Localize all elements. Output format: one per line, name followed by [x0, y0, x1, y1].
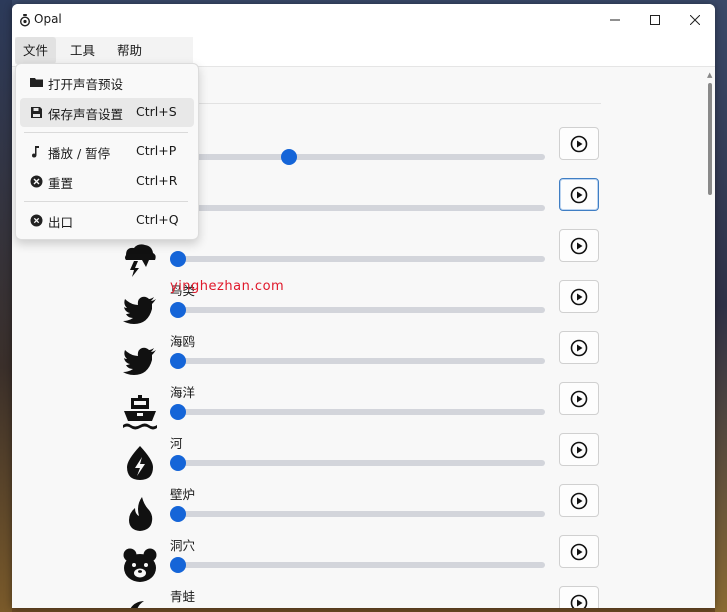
water-drop-icon — [127, 446, 153, 480]
fire-icon — [129, 497, 153, 531]
close-icon — [690, 15, 700, 25]
menu-item-open-preset[interactable]: 打开声音预设 — [20, 68, 194, 97]
volume-slider[interactable] — [170, 404, 545, 420]
menu-item-play-pause[interactable]: 播放 / 暂停 Ctrl+P — [20, 137, 194, 166]
volume-slider[interactable] — [170, 506, 545, 522]
play-icon — [570, 339, 588, 356]
sound-row-4: 鸟类 — [12, 280, 707, 331]
close-button[interactable] — [675, 4, 715, 36]
volume-slider[interactable] — [170, 455, 545, 471]
menu-separator — [24, 132, 188, 133]
slider-thumb[interactable] — [170, 455, 186, 471]
play-icon — [570, 288, 588, 305]
slider-thumb[interactable] — [170, 506, 186, 522]
slider-thumb[interactable] — [170, 404, 186, 420]
play-icon — [570, 594, 588, 608]
desktop-background-right — [715, 0, 727, 612]
slider-thumb[interactable] — [281, 149, 298, 165]
storm-icon — [125, 244, 156, 277]
bird-icon — [123, 347, 156, 375]
play-button[interactable] — [559, 535, 599, 568]
file-menu-dropdown: 打开声音预设 保存声音设置 Ctrl+S 播放 / 暂停 Ctrl+P 重置 C… — [15, 63, 199, 240]
sound-label: 海鸥 — [170, 334, 196, 349]
sound-row-7: 河 — [12, 433, 707, 484]
play-button[interactable] — [559, 586, 599, 608]
bird-icon — [123, 296, 156, 324]
menu-tools[interactable]: 工具 — [62, 37, 103, 64]
play-button[interactable] — [559, 178, 599, 211]
folder-icon — [30, 78, 43, 87]
sound-row-10: 青蛙 — [12, 586, 707, 608]
menu-item-reset[interactable]: 重置 Ctrl+R — [20, 167, 194, 196]
slider-thumb[interactable] — [170, 302, 186, 318]
menu-help[interactable]: 帮助 — [109, 37, 150, 64]
exit-icon — [30, 214, 43, 227]
volume-slider[interactable] — [170, 302, 545, 318]
title-bar[interactable]: Opal — [12, 4, 715, 36]
save-icon — [31, 107, 42, 118]
vertical-scrollbar[interactable]: ▲ — [707, 67, 713, 608]
maximize-icon — [650, 15, 660, 25]
play-button[interactable] — [559, 280, 599, 313]
ship-icon — [123, 395, 157, 430]
sound-label: 青蛙 — [170, 589, 196, 604]
app-window: Opal 文件 工具 帮助 鸟类 海鸥 海洋 河 壁炉 洞穴 青蛙 yinghe… — [12, 4, 715, 608]
menu-bar: 文件 工具 帮助 — [15, 37, 193, 64]
scroll-thumb[interactable] — [708, 83, 712, 195]
menu-item-save-settings[interactable]: 保存声音设置 Ctrl+S — [20, 98, 194, 127]
play-icon — [570, 390, 588, 407]
sound-row-5: 海鸥 — [12, 331, 707, 382]
watermark-text: yinghezhan.com — [170, 279, 285, 294]
play-icon — [570, 543, 588, 560]
play-icon — [570, 492, 588, 509]
menu-item-exit[interactable]: 出口 Ctrl+Q — [20, 206, 194, 235]
sound-row-6: 海洋 — [12, 382, 707, 433]
volume-slider[interactable] — [170, 557, 545, 573]
window-title: Opal — [34, 12, 62, 26]
slider-thumb[interactable] — [170, 353, 186, 369]
sound-row-8: 壁炉 — [12, 484, 707, 535]
play-button[interactable] — [559, 127, 599, 160]
menu-file[interactable]: 文件 — [15, 37, 57, 64]
menu-separator — [24, 201, 188, 202]
slider-thumb[interactable] — [170, 557, 186, 573]
desktop-background-left — [0, 0, 12, 612]
maximize-button[interactable] — [635, 4, 675, 36]
section-divider — [197, 103, 601, 104]
play-button[interactable] — [559, 331, 599, 364]
sound-label: 海洋 — [170, 385, 196, 400]
sound-label: 壁炉 — [170, 487, 196, 502]
sound-label: 河 — [170, 436, 183, 451]
scroll-up-icon[interactable]: ▲ — [707, 71, 712, 79]
moon-icon — [130, 601, 144, 608]
minimize-button[interactable] — [595, 4, 635, 36]
play-icon — [570, 135, 588, 152]
play-icon — [570, 186, 588, 203]
sound-label: 洞穴 — [170, 538, 196, 553]
minimize-icon — [610, 19, 620, 21]
volume-slider[interactable] — [170, 251, 545, 267]
volume-slider[interactable] — [170, 353, 545, 369]
slider-thumb[interactable] — [170, 251, 186, 267]
sound-row-9: 洞穴 — [12, 535, 707, 586]
play-button[interactable] — [559, 433, 599, 466]
volume-slider[interactable] — [170, 149, 545, 165]
reset-icon — [30, 175, 43, 188]
play-button[interactable] — [559, 484, 599, 517]
play-button[interactable] — [559, 229, 599, 262]
play-icon — [570, 237, 588, 254]
volume-slider[interactable] — [170, 200, 545, 216]
bear-icon — [123, 548, 157, 582]
app-logo-icon — [19, 14, 31, 27]
play-button[interactable] — [559, 382, 599, 415]
music-note-icon — [32, 146, 39, 158]
play-icon — [570, 441, 588, 458]
